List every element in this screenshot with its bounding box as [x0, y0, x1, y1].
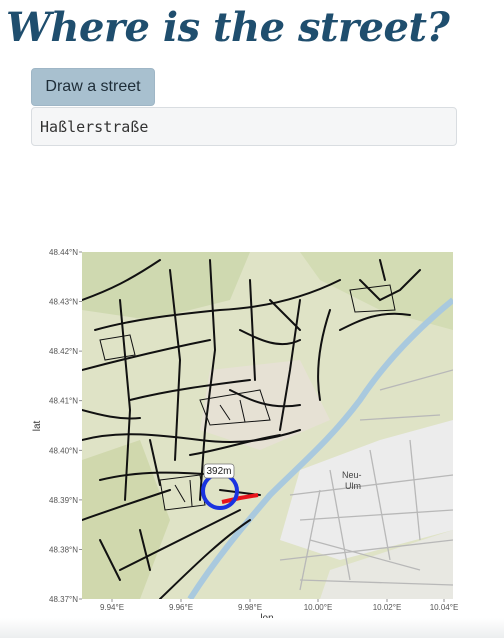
svg-text:392m: 392m	[206, 466, 231, 477]
y-axis-title: lat	[32, 420, 43, 431]
place-label-neu: Neu-	[342, 470, 362, 480]
place-label-ulm: Ulm	[345, 481, 361, 491]
y-tick-label: 48.42°N	[49, 347, 78, 356]
x-tick-label: 9.98°E	[238, 603, 262, 612]
y-tick-label: 48.38°N	[49, 545, 78, 554]
x-tick-label: 10.00°E	[304, 603, 333, 612]
street-map-plot: Neu- Ulm 392m 48.44°N 48.43°N 48.42°N 48…	[32, 248, 458, 620]
y-axis: 48.44°N 48.43°N 48.42°N 48.41°N 48.40°N …	[32, 248, 82, 604]
x-tick-label: 10.04°E	[430, 603, 459, 612]
x-axis: 9.94°E 9.96°E 9.98°E 10.00°E 10.02°E 10.…	[100, 599, 458, 620]
page-title: Where is the street?	[6, 4, 450, 51]
y-tick-label: 48.41°N	[49, 397, 78, 406]
x-tick-label: 9.96°E	[169, 603, 193, 612]
y-tick-label: 48.43°N	[49, 298, 78, 307]
y-tick-label: 48.37°N	[49, 595, 78, 604]
y-tick-label: 48.40°N	[49, 446, 78, 455]
draw-street-button[interactable]: Draw a street	[31, 68, 155, 106]
map-panel: Neu- Ulm	[82, 252, 453, 599]
bottom-edge	[0, 618, 504, 638]
y-tick-label: 48.39°N	[49, 496, 78, 505]
x-tick-label: 10.02°E	[373, 603, 402, 612]
street-name-output: Haßlerstraße	[31, 107, 457, 146]
y-tick-label: 48.44°N	[49, 248, 78, 257]
distance-label: 392m	[203, 463, 235, 479]
x-tick-label: 9.94°E	[100, 603, 124, 612]
